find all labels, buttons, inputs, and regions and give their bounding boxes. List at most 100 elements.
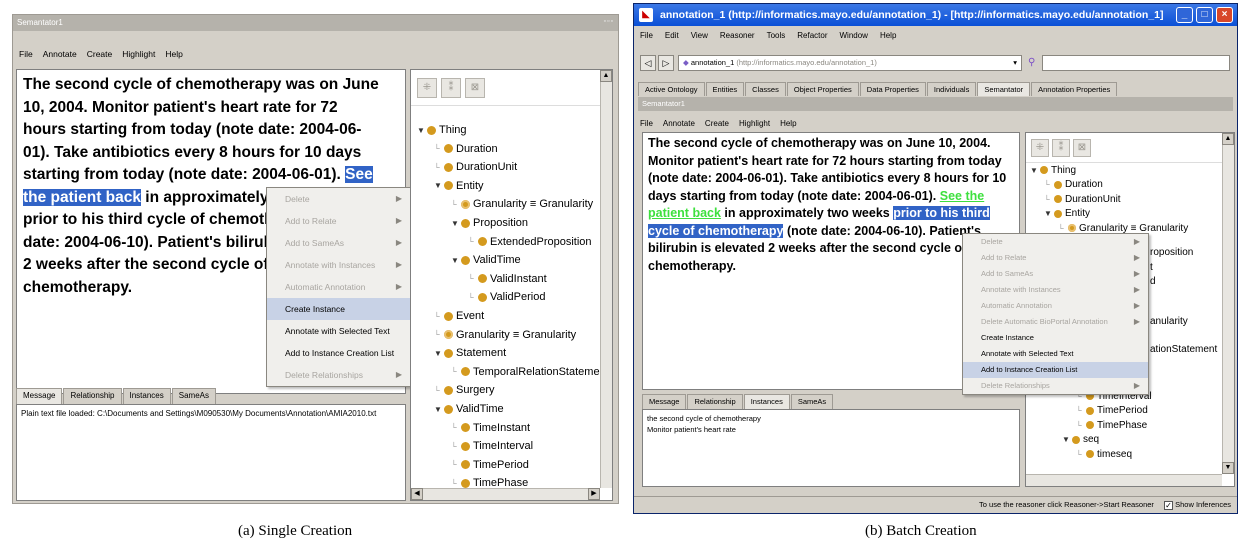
- menu-item-automatic-annotation[interactable]: Automatic Annotation ▶: [267, 276, 410, 298]
- menu-item-annotate-with-instances[interactable]: Annotate with Instances ▶: [267, 254, 410, 276]
- expand-toggle-icon[interactable]: ▼: [451, 256, 461, 265]
- menu-item-automatic-annotation[interactable]: Automatic Annotation ▶: [963, 298, 1148, 314]
- tree-node[interactable]: └ TimePeriod: [1076, 404, 1148, 418]
- expand-toggle-icon[interactable]: ▼: [1030, 166, 1040, 175]
- menu-item-annotate-with-selected-text[interactable]: Annotate with Selected Text: [267, 320, 410, 342]
- horizontal-scrollbar[interactable]: ◀ ▶: [411, 488, 600, 500]
- menu-item-annotate-with-selected-text[interactable]: Annotate with Selected Text: [963, 346, 1148, 362]
- tree-node[interactable]: └ Duration: [434, 141, 498, 157]
- tree-node[interactable]: ▼ seq: [1062, 433, 1099, 447]
- tree-node[interactable]: └ TimeInstant: [451, 420, 530, 436]
- menu-item-delete[interactable]: Delete ▶: [267, 188, 410, 210]
- tab-object-properties[interactable]: Object Properties: [786, 82, 859, 96]
- add-subclass-icon[interactable]: ⁜: [1031, 139, 1049, 157]
- tree-node[interactable]: ▼ Entity: [1044, 207, 1090, 221]
- tree-node[interactable]: ▼ Entity: [434, 178, 484, 194]
- vertical-scrollbar[interactable]: ▲ ▼: [1222, 133, 1234, 474]
- scroll-left-button[interactable]: ◀: [411, 488, 423, 500]
- scroll-right-button[interactable]: ▶: [588, 488, 600, 500]
- tree-node[interactable]: d: [1150, 274, 1156, 288]
- menu-item-delete-relationships[interactable]: Delete Relationships ▶: [267, 364, 410, 386]
- delete-class-icon[interactable]: ⊠: [1073, 139, 1091, 157]
- menu-item-add-to-instance-creation-list[interactable]: Add to Instance Creation List: [963, 362, 1148, 378]
- tree-node[interactable]: └ timeseq: [1076, 447, 1132, 461]
- menu-refactor[interactable]: Refactor: [797, 31, 827, 41]
- menu-item-delete-automatic-bioportal-annotation[interactable]: Delete Automatic BioPortal Annotation ▶: [963, 314, 1148, 330]
- menu-file[interactable]: File: [19, 49, 33, 59]
- tree-node[interactable]: └ Event: [434, 308, 484, 324]
- tab-annotation-properties[interactable]: Annotation Properties: [1031, 82, 1118, 96]
- tree-node[interactable]: └ DurationUnit: [1044, 192, 1121, 206]
- add-sibling-icon[interactable]: ⁑: [441, 78, 461, 98]
- tree-node[interactable]: ▼ ValidTime: [434, 401, 504, 417]
- tree-node[interactable]: t: [1150, 260, 1153, 274]
- expand-toggle-icon[interactable]: ▼: [417, 126, 427, 135]
- delete-class-icon[interactable]: ⊠: [465, 78, 485, 98]
- minimize-button[interactable]: _: [1176, 7, 1193, 23]
- expand-toggle-icon[interactable]: ▼: [1044, 209, 1054, 218]
- tree-node[interactable]: anularity: [1150, 314, 1188, 328]
- menu-create[interactable]: Create: [705, 119, 729, 129]
- tree-node[interactable]: ▼ ValidTime: [451, 252, 521, 268]
- tab-instances[interactable]: Instances: [743, 394, 790, 410]
- tree-node[interactable]: ▼ Proposition: [451, 215, 528, 231]
- instance-item[interactable]: Monitor patient's heart rate: [647, 424, 1015, 435]
- tab-individuals[interactable]: Individuals: [926, 82, 977, 96]
- tree-node[interactable]: └ ExtendedProposition: [468, 234, 592, 250]
- add-subclass-icon[interactable]: ⁜: [417, 78, 437, 98]
- search-input[interactable]: [1042, 55, 1230, 71]
- menu-item-create-instance[interactable]: Create Instance: [267, 298, 410, 320]
- tree-node[interactable]: └ Surgery: [434, 382, 495, 398]
- tab-relationship[interactable]: Relationship: [687, 394, 743, 410]
- scroll-down-button[interactable]: ▼: [1222, 462, 1234, 474]
- tree-node[interactable]: └ DurationUnit: [434, 159, 517, 175]
- menu-item-add-to-sameas[interactable]: Add to SameAs ▶: [963, 266, 1148, 282]
- tree-node[interactable]: ▼ Thing: [417, 122, 467, 138]
- menu-highlight[interactable]: Highlight: [739, 119, 770, 129]
- menu-annotate[interactable]: Annotate: [663, 119, 695, 129]
- tab-relationship[interactable]: Relationship: [63, 388, 122, 404]
- horizontal-scrollbar[interactable]: [1026, 474, 1222, 486]
- tab-semantator[interactable]: Semantator: [977, 82, 1031, 96]
- tab-entities[interactable]: Entities: [705, 82, 745, 96]
- expand-toggle-icon[interactable]: ▼: [434, 405, 444, 414]
- tree-node[interactable]: └ Granularity ≡ Granularity: [451, 196, 593, 212]
- document-text[interactable]: The second cycle of chemotherapy was on …: [643, 133, 1013, 277]
- tab-classes[interactable]: Classes: [745, 82, 786, 96]
- expand-toggle-icon[interactable]: ▼: [451, 219, 461, 228]
- menu-tools[interactable]: Tools: [767, 31, 786, 41]
- menu-item-delete[interactable]: Delete ▶: [963, 234, 1148, 250]
- tree-node[interactable]: └ ValidInstant: [468, 271, 547, 287]
- vertical-scrollbar[interactable]: ▲: [600, 70, 612, 488]
- tree-node[interactable]: roposition: [1150, 245, 1193, 259]
- menu-help[interactable]: Help: [165, 49, 182, 59]
- menu-create[interactable]: Create: [87, 49, 113, 59]
- tab-data-properties[interactable]: Data Properties: [859, 82, 926, 96]
- menu-annotate[interactable]: Annotate: [43, 49, 77, 59]
- menu-help[interactable]: Help: [880, 31, 896, 41]
- scroll-up-button[interactable]: ▲: [600, 70, 612, 82]
- menu-item-add-to-relate[interactable]: Add to Relate ▶: [267, 210, 410, 232]
- ontology-selector[interactable]: ◆ annotation_1 (http://informatics.mayo.…: [678, 55, 1022, 71]
- menu-edit[interactable]: Edit: [665, 31, 679, 41]
- tab-message[interactable]: Message: [642, 394, 687, 410]
- tab-instances[interactable]: Instances: [122, 388, 171, 404]
- menu-highlight[interactable]: Highlight: [122, 49, 155, 59]
- menu-help[interactable]: Help: [780, 119, 796, 129]
- tab-sameas[interactable]: SameAs: [171, 388, 216, 404]
- menu-item-add-to-relate[interactable]: Add to Relate ▶: [963, 250, 1148, 266]
- tree-node[interactable]: ationStatement: [1150, 342, 1217, 356]
- tree-node[interactable]: └ Duration: [1044, 178, 1103, 192]
- window-controls[interactable]: ▫▫▫: [604, 18, 614, 25]
- show-inferences-checkbox[interactable]: ✓: [1164, 500, 1174, 510]
- tab-active-ontology[interactable]: Active Ontology: [638, 82, 705, 96]
- menu-view[interactable]: View: [691, 31, 708, 41]
- tree-node[interactable]: └ TimePhase: [1076, 418, 1147, 432]
- expand-toggle-icon[interactable]: ▼: [434, 181, 444, 190]
- instance-item[interactable]: the second cycle of chemotherapy: [647, 413, 1015, 424]
- forward-button[interactable]: ▷: [658, 55, 674, 71]
- add-sibling-icon[interactable]: ⁑: [1052, 139, 1070, 157]
- menu-file[interactable]: File: [640, 31, 653, 41]
- tree-node[interactable]: └ ValidPeriod: [468, 289, 545, 305]
- back-button[interactable]: ◁: [640, 55, 656, 71]
